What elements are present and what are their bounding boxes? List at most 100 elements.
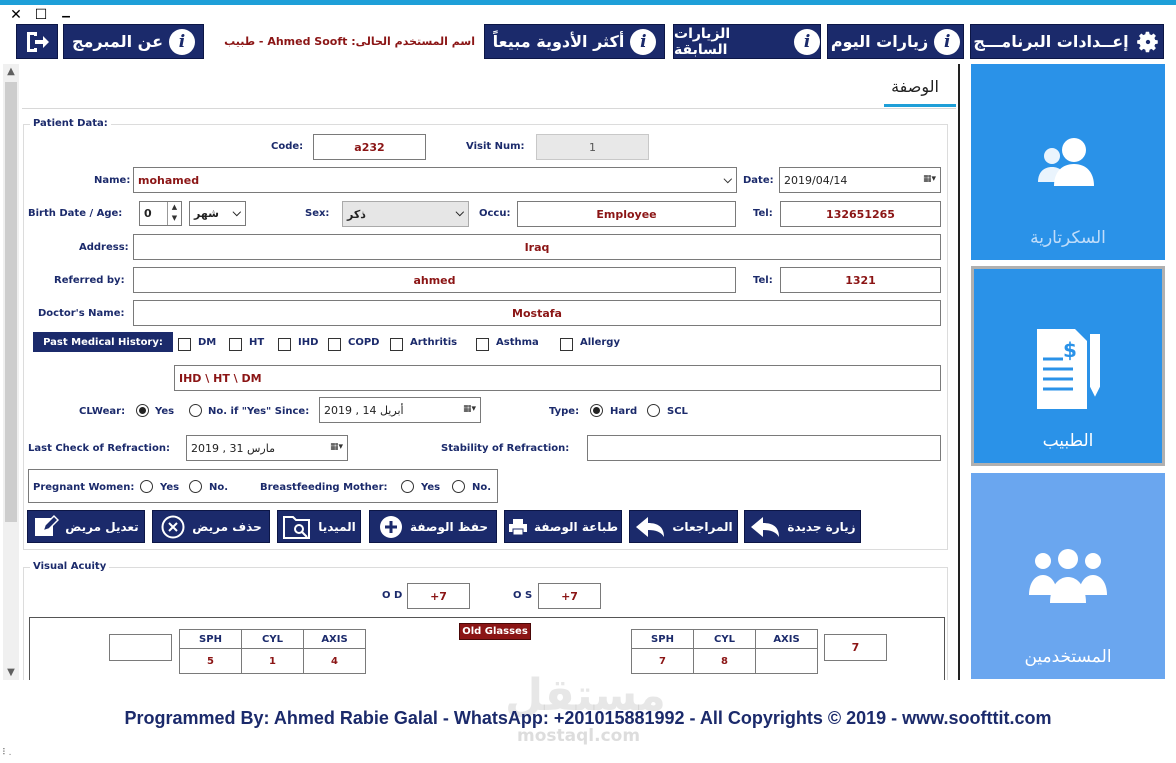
left-sph-value[interactable]: 5 <box>179 648 242 674</box>
pmh-dm-checkbox[interactable] <box>178 336 191 355</box>
clwear-yes-radio[interactable] <box>136 404 149 417</box>
birth-age-label: Birth Date / Age: <box>28 208 123 219</box>
pregnant-no-radio[interactable] <box>189 480 202 493</box>
left-axis-value[interactable]: 4 <box>303 648 366 674</box>
prescription-icon: $ <box>1037 329 1102 409</box>
calendar-icon[interactable]: ▦▾ <box>923 174 936 184</box>
today-visits-label: زيارات اليوم <box>830 32 929 51</box>
doctor-name-field[interactable]: Mostafa <box>133 300 941 326</box>
resize-grip-icon[interactable]: ⠇. <box>2 748 11 758</box>
breastfeeding-no-label: No. <box>472 482 492 493</box>
occupation-field[interactable]: Employee <box>517 201 736 227</box>
sidebar-secretary-label: السكرتارية <box>1030 228 1106 248</box>
edit-patient-label: تعديل مريض <box>65 519 139 534</box>
date-picker[interactable]: 2019/04/14 ▦▾ <box>779 167 941 193</box>
save-prescription-button[interactable]: حفظ الوصفة <box>369 510 497 543</box>
address-field[interactable]: Iraq <box>133 234 941 260</box>
sidebar-doctor-button[interactable]: $ الطبيب <box>971 266 1165 466</box>
referred-tel-field[interactable]: 1321 <box>780 267 941 293</box>
left-extra-field[interactable] <box>109 634 172 661</box>
calendar-icon[interactable]: ▦▾ <box>330 442 343 452</box>
chevron-down-icon[interactable]: ⌵ <box>456 206 464 220</box>
sidebar-users-label: المستخدمين <box>1024 647 1112 667</box>
stability-field[interactable] <box>587 435 941 461</box>
breastfeeding-label: Breastfeeding Mother: <box>260 482 388 493</box>
media-button[interactable]: الميديا <box>277 510 361 543</box>
new-visit-button[interactable]: زيارة جديدة <box>744 510 861 543</box>
code-field[interactable]: a232 <box>313 134 426 160</box>
old-glasses-badge: Old Glasses <box>459 623 531 640</box>
chevron-down-icon[interactable]: ⌵ <box>724 173 732 187</box>
tab-underline <box>884 104 956 107</box>
pmh-copd-checkbox[interactable] <box>328 336 341 355</box>
calendar-icon[interactable]: ▦▾ <box>463 404 476 414</box>
today-visits-button[interactable]: زيارات اليوم i <box>827 24 964 59</box>
pregnant-label: Pregnant Women: <box>33 482 135 493</box>
top-accent-bar <box>0 0 1176 5</box>
previous-visits-button[interactable]: الزيارات السابقة i <box>673 24 821 59</box>
referred-by-label: Referred by: <box>54 275 125 286</box>
main-scrollbar[interactable]: ▲ ▼ <box>3 64 19 680</box>
scroll-down-icon[interactable]: ▼ <box>3 667 19 678</box>
previous-visits-label: الزيارات السابقة <box>674 25 731 58</box>
sidebar-users-button[interactable]: المستخدمين <box>971 473 1165 679</box>
os-field[interactable]: +7 <box>538 583 601 609</box>
pmh-ihd-checkbox[interactable] <box>278 336 291 355</box>
type-scl-radio[interactable] <box>647 404 660 417</box>
scroll-up-icon[interactable]: ▲ <box>3 66 19 77</box>
close-window-button[interactable]: ✕ <box>9 8 23 22</box>
name-combobox[interactable]: mohamed ⌵ <box>133 167 737 193</box>
pmh-arthritis-checkbox[interactable] <box>390 336 403 355</box>
pmh-notes-field[interactable]: IHD \ HT \ DM <box>174 365 941 391</box>
top-drugs-button[interactable]: أكثر الأدوية مبيعاً i <box>484 24 665 59</box>
folder-search-icon <box>283 515 311 539</box>
breastfeeding-no-radio[interactable] <box>452 480 465 493</box>
breastfeeding-yes-radio[interactable] <box>401 480 414 493</box>
pmh-arthritis-label: Arthritis <box>410 337 458 348</box>
settings-button[interactable]: إعــدادات البرنامـــج <box>970 24 1164 59</box>
sidebar-secretary-button[interactable]: السكرتارية <box>971 64 1165 260</box>
info-icon: i <box>934 28 961 55</box>
sex-select[interactable]: ذكر ⌵ <box>342 201 469 227</box>
print-prescription-button[interactable]: طباعة الوصفة <box>504 510 622 543</box>
scroll-thumb[interactable] <box>5 82 17 522</box>
spin-arrows-icon[interactable]: ▲ ▼ <box>167 202 181 225</box>
svg-text:$: $ <box>1063 338 1077 362</box>
logout-button[interactable] <box>16 24 58 59</box>
visual-acuity-title: Visual Acuity <box>30 561 110 572</box>
maximize-window-button[interactable]: ☐ <box>34 8 48 22</box>
pmh-allergy-checkbox[interactable] <box>560 336 573 355</box>
tab-prescription[interactable]: الوصفة <box>880 77 950 96</box>
sidebar-doctor-label: الطبيب <box>1042 431 1094 451</box>
reviews-button[interactable]: المراجعات <box>629 510 738 543</box>
od-field[interactable]: +7 <box>407 583 470 609</box>
left-cyl-value[interactable]: 1 <box>241 648 304 674</box>
pmh-asthma-checkbox[interactable] <box>476 336 489 355</box>
pmh-allergy-label: Allergy <box>580 337 620 348</box>
right-cyl-value[interactable]: 8 <box>693 648 756 674</box>
right-extra-field[interactable]: 7 <box>824 634 887 661</box>
visit-num-label: Visit Num: <box>466 141 525 152</box>
tel-field[interactable]: 132651265 <box>780 201 941 227</box>
right-axis-value[interactable] <box>755 648 818 674</box>
referred-by-field[interactable]: ahmed <box>133 267 736 293</box>
pregnant-no-label: No. <box>209 482 229 493</box>
chevron-down-icon[interactable]: ⌵ <box>233 206 241 220</box>
minimize-window-button[interactable]: ▁ <box>59 6 73 20</box>
about-programmer-button[interactable]: عن المبرمج i <box>63 24 204 59</box>
edit-patient-button[interactable]: تعديل مريض <box>27 510 145 543</box>
pregnant-yes-radio[interactable] <box>140 480 153 493</box>
print-prescription-label: طباعة الوصفة <box>533 519 618 534</box>
watermark-url: mostaql.com <box>517 726 641 746</box>
pmh-ht-checkbox[interactable] <box>229 336 242 355</box>
new-visit-label: زيارة جديدة <box>787 519 856 534</box>
panel-divider <box>958 64 960 680</box>
clwear-no-radio[interactable] <box>189 404 202 417</box>
delete-patient-button[interactable]: حذف مريض <box>152 510 270 543</box>
refraction-date-picker[interactable]: 2019 , مارس 31 ▦▾ <box>186 435 348 461</box>
type-hard-radio[interactable] <box>590 404 603 417</box>
age-stepper[interactable]: 0 ▲ ▼ <box>139 201 182 226</box>
cl-since-date-picker[interactable]: 2019 , أبريل 14 ▦▾ <box>319 397 481 423</box>
address-label: Address: <box>79 242 129 253</box>
age-unit-select[interactable]: شهر ⌵ <box>189 201 246 226</box>
